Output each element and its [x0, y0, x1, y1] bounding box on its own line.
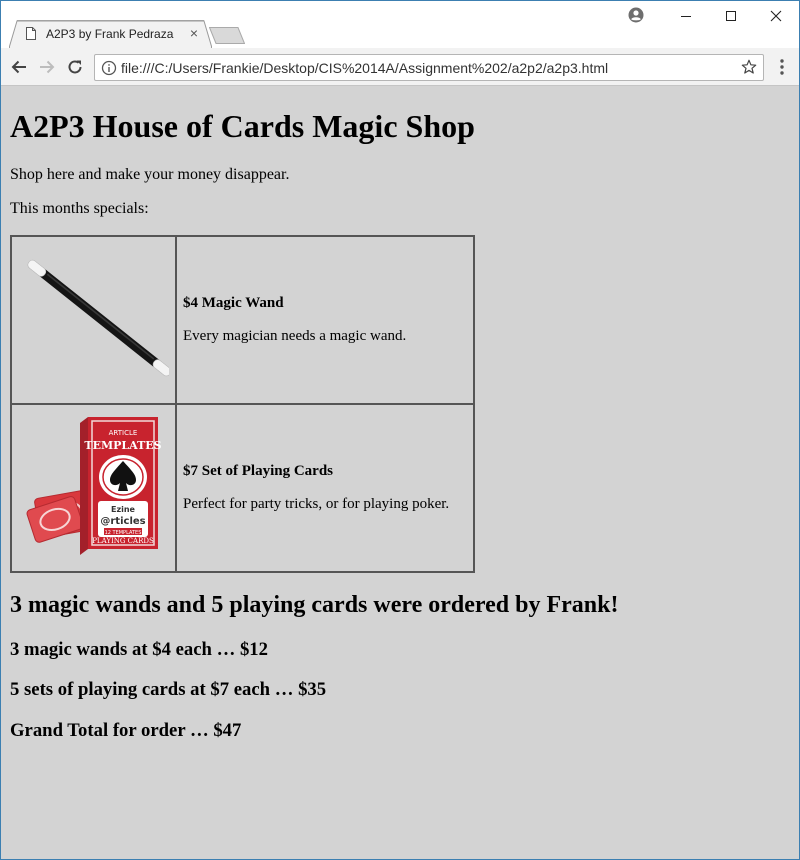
playing-cards-image: ARTICLE TEMPLATES Ezine @rticles 12 TEMP… [26, 416, 162, 555]
forward-icon [40, 60, 55, 74]
page-content: A2P3 House of Cards Magic Shop Shop here… [1, 87, 799, 859]
magic-wand-image [27, 259, 171, 376]
order-line-wands: 3 magic wands at $4 each … $12 [10, 639, 268, 660]
url-text[interactable]: file:///C:/Users/Frankie/Desktop/CIS%201… [121, 60, 608, 76]
reload-icon [68, 60, 82, 74]
product-image-cell [11, 236, 176, 404]
card-box-logo-large: @rticles [100, 516, 145, 527]
specials-table: $4 Magic Wand Every magician needs a mag… [10, 235, 475, 573]
info-icon[interactable] [101, 60, 117, 76]
order-grand-total: Grand Total for order … $47 [10, 720, 242, 741]
product-description: Perfect for party tricks, or for playing… [183, 496, 450, 512]
card-box-badge: 12 TEMPLATES [105, 530, 142, 536]
card-box-bottom-text: PLAYING CARDS [92, 537, 154, 545]
order-line-cards: 5 sets of playing cards at $7 each … $35 [10, 679, 327, 700]
page-title: A2P3 House of Cards Magic Shop [10, 108, 475, 144]
card-box-brand: TEMPLATES [84, 439, 161, 452]
table-row: ARTICLE TEMPLATES Ezine @rticles 12 TEMP… [11, 404, 474, 572]
product-title: $7 Set of Playing Cards [183, 463, 333, 479]
product-description: Every magician needs a magic wand. [183, 328, 407, 344]
back-button[interactable] [9, 57, 29, 77]
product-description-cell: $4 Magic Wand Every magician needs a mag… [176, 236, 474, 404]
product-description-cell: $7 Set of Playing Cards Perfect for part… [176, 404, 474, 572]
address-bar[interactable]: file:///C:/Users/Frankie/Desktop/CIS%201… [94, 54, 764, 81]
tab-strip: A2P3 by Frank Pedraza × [1, 1, 799, 48]
star-icon[interactable] [741, 59, 757, 75]
forward-button[interactable] [37, 57, 57, 77]
maximize-button[interactable] [708, 1, 754, 31]
tab-title: A2P3 by Frank Pedraza [46, 27, 174, 41]
close-button[interactable] [753, 1, 799, 31]
reload-button[interactable] [65, 57, 85, 77]
tab-close-icon[interactable]: × [186, 25, 202, 41]
back-icon [11, 60, 26, 74]
order-summary-heading: 3 magic wands and 5 playing cards were o… [10, 592, 619, 618]
browser-window: A2P3 by Frank Pedraza × file:///C:/Users… [0, 0, 800, 860]
product-image-cell: ARTICLE TEMPLATES Ezine @rticles 12 TEMP… [11, 404, 176, 572]
table-row: $4 Magic Wand Every magician needs a mag… [11, 236, 474, 404]
browser-toolbar: file:///C:/Users/Frankie/Desktop/CIS%201… [1, 48, 799, 86]
card-box-top-text: ARTICLE [109, 429, 138, 437]
page-icon [26, 27, 36, 40]
close-icon [770, 10, 782, 22]
card-box-logo-small: Ezine [111, 505, 136, 514]
minimize-icon [681, 16, 691, 17]
specials-intro: This months specials: [10, 200, 149, 217]
profile-icon[interactable] [628, 7, 644, 23]
product-title: $4 Magic Wand [183, 295, 284, 311]
minimize-button[interactable] [663, 1, 709, 31]
menu-icon[interactable] [774, 57, 790, 77]
tagline: Shop here and make your money disappear. [10, 166, 290, 183]
maximize-icon [726, 11, 736, 21]
new-tab-button[interactable] [209, 27, 245, 44]
